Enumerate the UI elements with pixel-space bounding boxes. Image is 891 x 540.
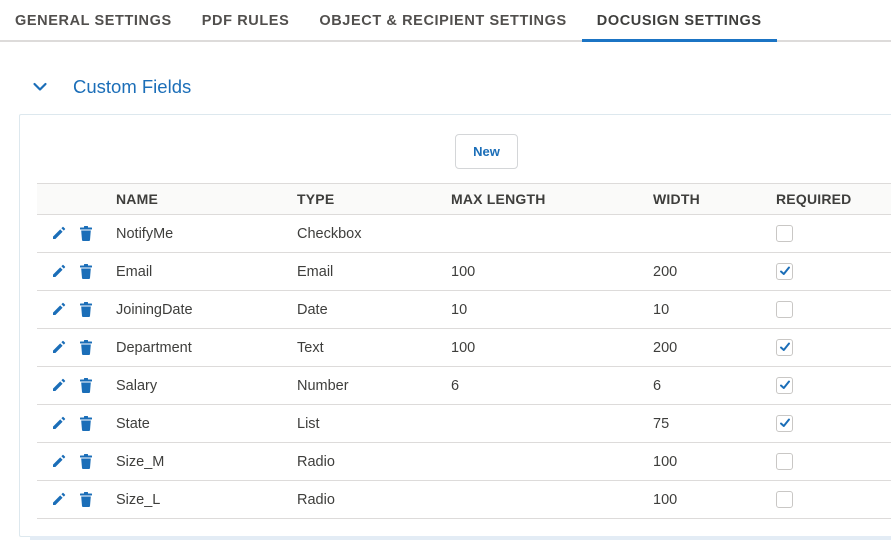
- cell-max-length: 6: [451, 377, 460, 394]
- table-row: Size_L Radio 100: [37, 481, 891, 519]
- table-row: JoiningDate Date 10 10: [37, 291, 891, 329]
- column-header-name: NAME: [116, 191, 159, 207]
- cell-required: [776, 405, 891, 443]
- required-checkbox[interactable]: [776, 415, 793, 432]
- cell-width: 75: [653, 415, 670, 432]
- pencil-icon[interactable]: [52, 378, 66, 394]
- pencil-icon[interactable]: [52, 454, 66, 470]
- required-checkbox[interactable]: [776, 491, 793, 508]
- table-row: Email Email 100 200: [37, 253, 891, 291]
- required-checkbox[interactable]: [776, 339, 793, 356]
- tab-general-settings[interactable]: GENERAL SETTINGS: [0, 2, 187, 42]
- row-actions: [37, 443, 116, 481]
- table-row: Department Text 100 200: [37, 329, 891, 367]
- pencil-icon[interactable]: [52, 492, 66, 508]
- chevron-down-icon[interactable]: [32, 79, 48, 95]
- cell-type: Text: [297, 339, 324, 356]
- cell-type: Radio: [297, 453, 335, 470]
- cell-type: Email: [297, 263, 334, 280]
- cell-required: [776, 215, 891, 253]
- pencil-icon[interactable]: [52, 302, 66, 318]
- trash-icon[interactable]: [80, 491, 94, 508]
- section-title: Custom Fields: [73, 76, 192, 97]
- cell-width: [653, 215, 776, 253]
- cell-name: JoiningDate: [116, 301, 193, 318]
- pencil-icon[interactable]: [52, 416, 66, 432]
- table-row: Salary Number 6 6: [37, 367, 891, 405]
- cell-required: [776, 253, 891, 291]
- pencil-icon[interactable]: [52, 264, 66, 280]
- cell-width: 6: [653, 377, 662, 394]
- required-checkbox[interactable]: [776, 263, 793, 280]
- tab-pdf-rules[interactable]: PDF RULES: [187, 2, 305, 42]
- cell-required: [776, 481, 891, 519]
- cell-name: Department: [116, 339, 192, 356]
- column-header-max-length: MAX LENGTH: [451, 191, 546, 207]
- new-button[interactable]: New: [455, 134, 518, 169]
- table-row: State List 75: [37, 405, 891, 443]
- row-actions: [37, 405, 116, 443]
- cell-max-length: [451, 405, 653, 443]
- cell-type: Checkbox: [297, 225, 362, 242]
- cell-required: [776, 443, 891, 481]
- cell-name: Salary: [116, 377, 158, 394]
- cell-width: 100: [653, 491, 678, 508]
- row-actions: [37, 253, 116, 291]
- tab-docusign-settings[interactable]: DOCUSIGN SETTINGS: [581, 2, 777, 42]
- column-header-actions: [37, 184, 116, 215]
- cell-width: 100: [653, 453, 678, 470]
- cell-max-length: [451, 443, 653, 481]
- trash-icon[interactable]: [80, 453, 94, 470]
- cell-max-length: 10: [451, 301, 468, 318]
- row-actions: [37, 291, 116, 329]
- cell-name: State: [116, 415, 150, 432]
- trash-icon[interactable]: [80, 415, 94, 432]
- trash-icon[interactable]: [80, 301, 94, 318]
- cell-name: Size_L: [116, 491, 161, 508]
- cell-required: [776, 291, 891, 329]
- custom-fields-section-toggle[interactable]: Custom Fields: [32, 72, 191, 102]
- required-checkbox[interactable]: [776, 377, 793, 394]
- trash-icon[interactable]: [80, 225, 94, 242]
- pencil-icon[interactable]: [52, 340, 66, 356]
- row-actions: [37, 481, 116, 519]
- row-actions: [37, 329, 116, 367]
- trash-icon[interactable]: [80, 263, 94, 280]
- cell-type: Radio: [297, 491, 335, 508]
- column-header-width: WIDTH: [653, 191, 700, 207]
- card-shadow: [30, 536, 891, 540]
- table-row: Size_M Radio 100: [37, 443, 891, 481]
- table-row: NotifyMe Checkbox: [37, 215, 891, 253]
- cell-name: Email: [116, 263, 153, 280]
- row-actions: [37, 215, 116, 253]
- cell-type: List: [297, 415, 320, 432]
- required-checkbox[interactable]: [776, 301, 793, 318]
- cell-name: NotifyMe: [116, 225, 174, 242]
- required-checkbox[interactable]: [776, 225, 793, 242]
- required-checkbox[interactable]: [776, 453, 793, 470]
- cell-max-length: [451, 481, 653, 519]
- tab-bar: GENERAL SETTINGS PDF RULES OBJECT & RECI…: [0, 0, 891, 42]
- row-actions: [37, 367, 116, 405]
- cell-max-length: [451, 215, 653, 253]
- trash-icon[interactable]: [80, 339, 94, 356]
- table-header-row: NAME TYPE MAX LENGTH WIDTH REQUIRED: [37, 183, 891, 215]
- cell-name: Size_M: [116, 453, 165, 470]
- cell-type: Date: [297, 301, 328, 318]
- trash-icon[interactable]: [80, 377, 94, 394]
- column-header-required: REQUIRED: [776, 191, 852, 207]
- cell-max-length: 100: [451, 263, 476, 280]
- tab-object-recipient-settings[interactable]: OBJECT & RECIPIENT SETTINGS: [304, 2, 581, 42]
- column-header-type: TYPE: [297, 191, 335, 207]
- pencil-icon[interactable]: [52, 226, 66, 242]
- cell-width: 200: [653, 263, 678, 280]
- custom-fields-table: NAME TYPE MAX LENGTH WIDTH REQUIRED Noti…: [37, 183, 891, 519]
- cell-width: 200: [653, 339, 678, 356]
- cell-type: Number: [297, 377, 349, 394]
- cell-required: [776, 329, 891, 367]
- cell-width: 10: [653, 301, 670, 318]
- cell-required: [776, 367, 891, 405]
- cell-max-length: 100: [451, 339, 476, 356]
